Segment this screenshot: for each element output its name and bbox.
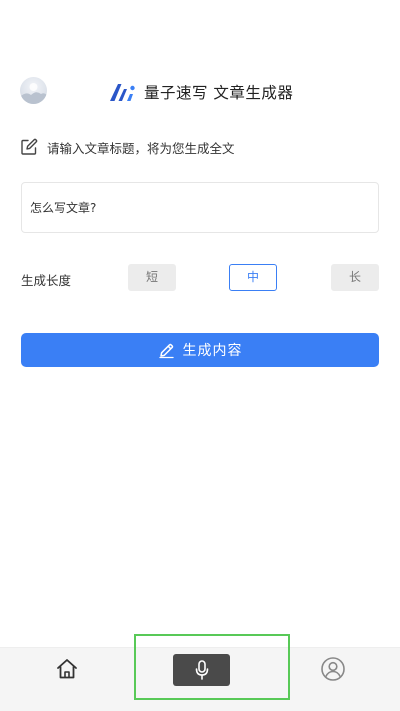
generate-content-button[interactable]: 生成内容 [21, 333, 379, 367]
brand-logo-icon [110, 84, 135, 101]
edit-icon [21, 138, 38, 155]
header: 量子速写 文章生成器 [0, 74, 400, 108]
prompt-row: 请输入文章标题，将为您生成全文 [20, 136, 235, 158]
article-title-input[interactable] [21, 182, 379, 233]
brand: 量子速写 文章生成器 [108, 79, 293, 105]
length-option-medium[interactable]: 中 [229, 264, 277, 291]
microphone-icon [195, 660, 208, 680]
microphone-highlight-frame [134, 634, 290, 700]
microphone-button[interactable] [173, 654, 230, 686]
length-selector: 生成长度 短 中 长 [21, 263, 379, 293]
avatar[interactable] [20, 77, 47, 104]
prompt-text: 请输入文章标题，将为您生成全文 [47, 140, 235, 156]
home-icon[interactable] [54, 656, 80, 682]
length-option-short[interactable]: 短 [128, 264, 176, 291]
app-title: 量子速写 文章生成器 [144, 84, 294, 102]
user-icon[interactable] [320, 656, 346, 682]
avatar-icon [20, 83, 47, 104]
length-option-long[interactable]: 长 [331, 264, 379, 291]
generate-content-label: 生成内容 [182, 343, 243, 359]
bottom-nav [0, 634, 400, 711]
pencil-icon [158, 343, 174, 358]
length-label: 生成长度 [21, 273, 72, 288]
app-screen: 量子速写 文章生成器 请输入文章标题，将为您生成全文 生成长度 短 中 长 生成… [0, 0, 400, 711]
